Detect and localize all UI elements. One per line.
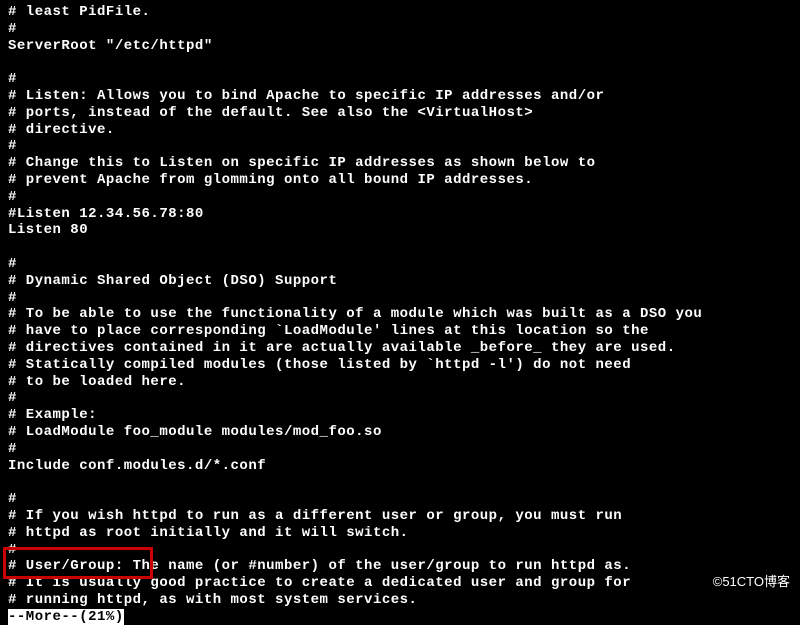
terminal-line: # ports, instead of the default. See als… [8,105,792,122]
terminal-line [8,54,792,71]
terminal-line: # [8,542,792,559]
watermark-text: ©51CTO博客 [713,574,790,590]
terminal-line: ServerRoot "/etc/httpd" [8,38,792,55]
terminal-line: # [8,189,792,206]
terminal-line: # If you wish httpd to run as a differen… [8,508,792,525]
terminal-line: # Listen: Allows you to bind Apache to s… [8,88,792,105]
terminal-line [8,239,792,256]
pager-more-prompt[interactable]: --More--(21%) [8,609,124,625]
terminal-line [8,474,792,491]
terminal-line: # httpd as root initially and it will sw… [8,525,792,542]
terminal-line: # LoadModule foo_module modules/mod_foo.… [8,424,792,441]
terminal-line: # To be able to use the functionality of… [8,306,792,323]
terminal-line: # Change this to Listen on specific IP a… [8,155,792,172]
terminal-line: # [8,138,792,155]
terminal-line: #Listen 12.34.56.78:80 [8,206,792,223]
terminal-line: # [8,390,792,407]
terminal-line: # [8,491,792,508]
terminal-line: Listen 80 [8,222,792,239]
terminal-line: # [8,71,792,88]
terminal-line: # directives contained in it are actuall… [8,340,792,357]
terminal-line: # Example: [8,407,792,424]
terminal-line: # to be loaded here. [8,374,792,391]
terminal-line: # User/Group: The name (or #number) of t… [8,558,792,575]
terminal-line: # running httpd, as with most system ser… [8,592,792,609]
terminal-line: # [8,441,792,458]
terminal-line: # least PidFile. [8,4,792,21]
terminal-line: # It is usually good practice to create … [8,575,792,592]
terminal-line: # [8,290,792,307]
terminal-line: # Dynamic Shared Object (DSO) Support [8,273,792,290]
terminal-line: # have to place corresponding `LoadModul… [8,323,792,340]
terminal-output: # least PidFile.#ServerRoot "/etc/httpd"… [8,4,792,625]
terminal-line: # directive. [8,122,792,139]
terminal-line: # [8,256,792,273]
terminal-line: # [8,21,792,38]
terminal-line: # Statically compiled modules (those lis… [8,357,792,374]
terminal-line: Include conf.modules.d/*.conf [8,458,792,475]
terminal-line: # prevent Apache from glomming onto all … [8,172,792,189]
